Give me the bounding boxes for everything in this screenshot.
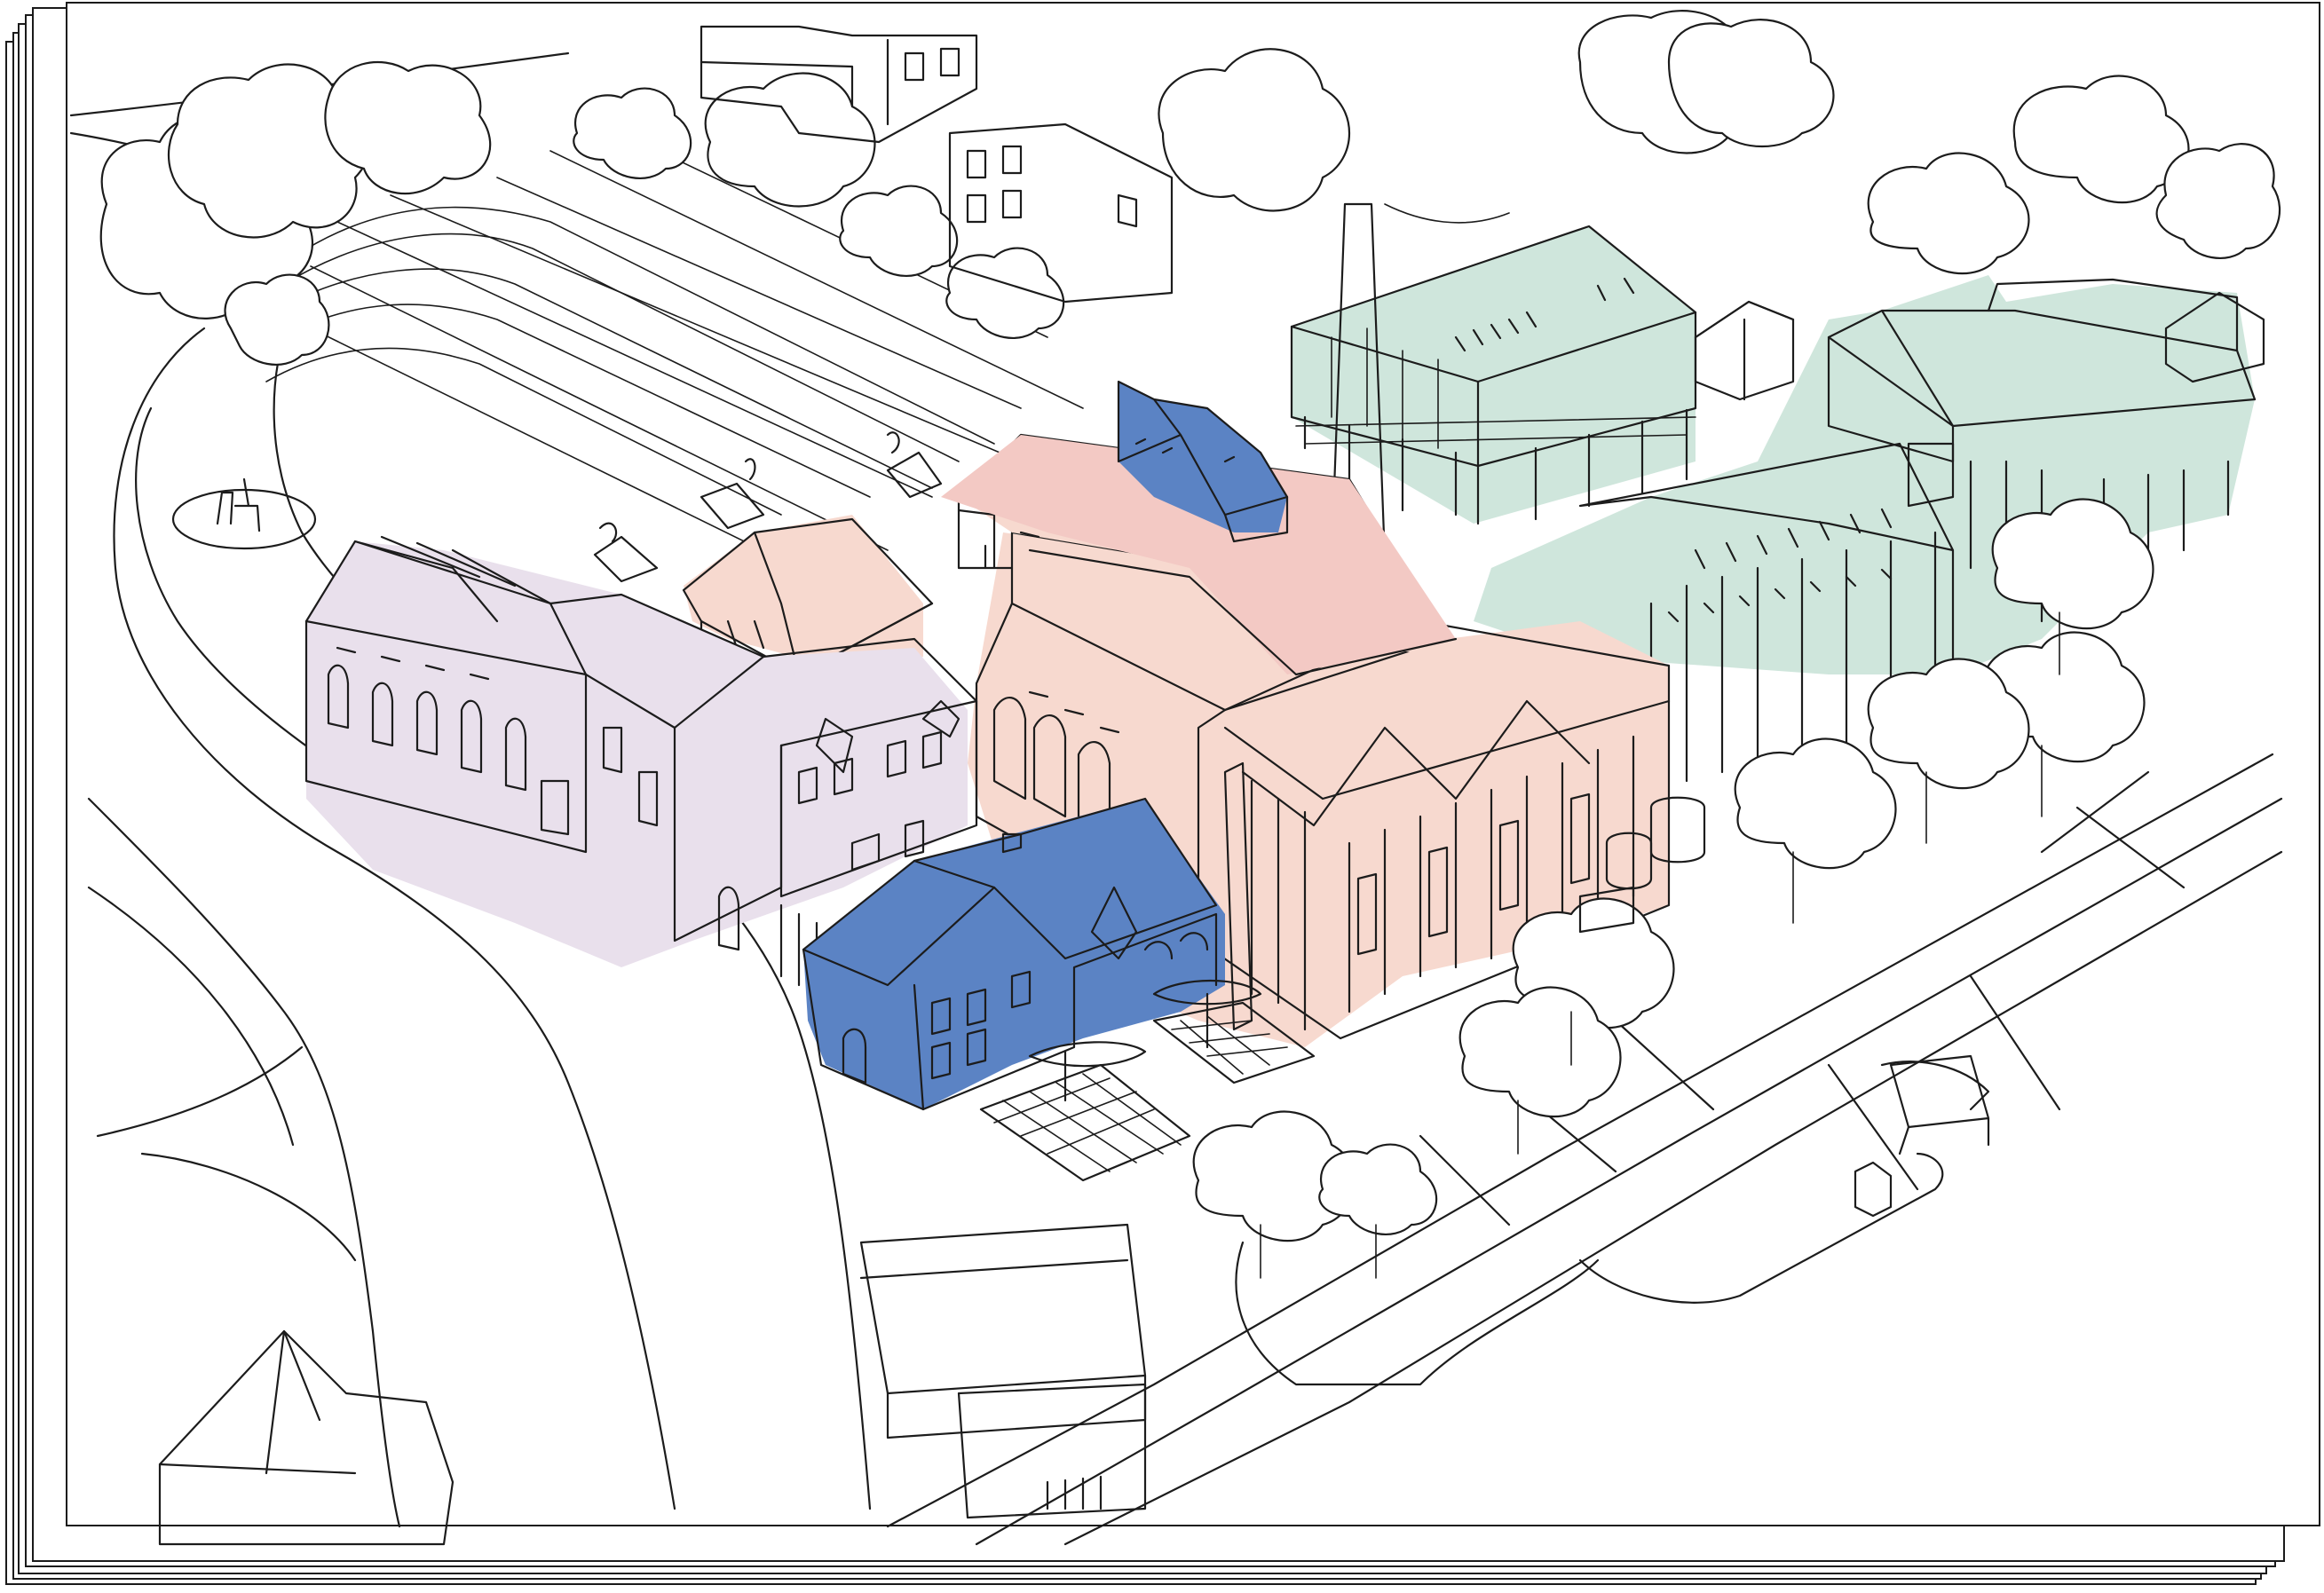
foreground-buildings (158, 1061, 1990, 1546)
tree-icon (945, 247, 1065, 339)
site-sketch (69, 10, 2283, 1546)
tree-icon (224, 273, 330, 366)
tree-icon (1867, 152, 2030, 275)
tree-icon (1734, 737, 1897, 870)
tree-icon (1158, 48, 1350, 212)
tree-icon (839, 185, 959, 277)
tree-icon (704, 72, 876, 208)
tree-icon (2155, 143, 2281, 259)
tree-icon (2012, 75, 2190, 204)
tree-icon (1318, 1143, 1438, 1235)
outbuilding-right (1694, 300, 1795, 401)
tree-icon (573, 87, 692, 179)
